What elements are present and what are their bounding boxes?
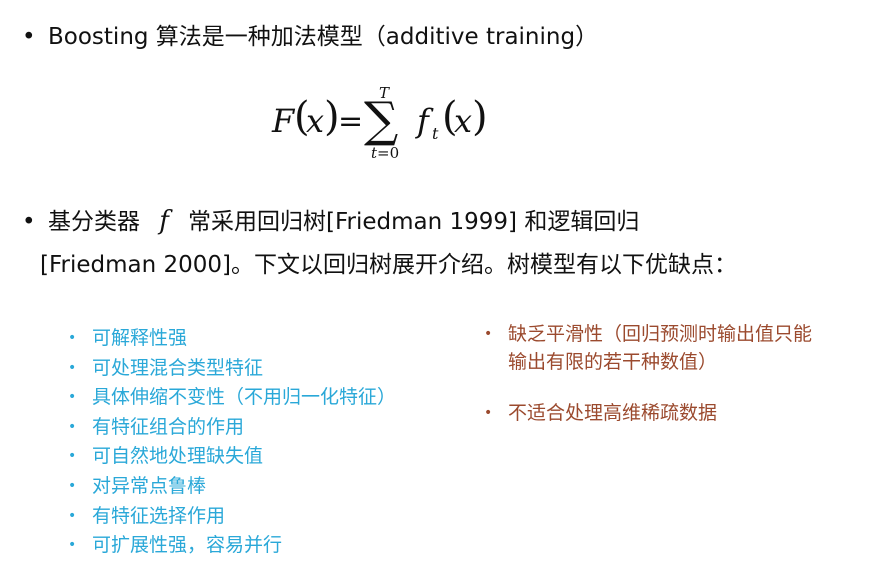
- formula-equals: =: [338, 104, 364, 139]
- bullet-dot: •: [22, 209, 36, 235]
- cons-item-text-continued: 输出有限的若干种数值）: [508, 351, 718, 373]
- pros-list: • 可解释性强 • 可处理混合类型特征 • 具体伸缩不变性（不用归一化特征） • 有特征…: [64, 324, 396, 561]
- cons-bullet: •: [484, 405, 493, 421]
- slide: • Boosting 算法是一种加法模型（additive training） F…: [0, 0, 881, 575]
- pros-item: • 有特征组合的作用: [64, 413, 396, 443]
- pros-item-text: 可处理混合类型特征: [92, 356, 264, 379]
- pros-item: • 对异常点鲁棒: [64, 472, 396, 502]
- pros-item-text: 可解释性强: [92, 327, 188, 349]
- cons-item: • 不适合处理高维稀疏数据: [480, 399, 812, 427]
- pros-bullet: •: [68, 507, 77, 524]
- cons-item: • 缺乏平滑性（回归预测时输出值只能 输出有限的若干种数值）: [480, 320, 812, 376]
- pros-bullet: •: [68, 389, 77, 406]
- formula-x: x: [306, 102, 325, 140]
- pros-bullet: •: [68, 359, 77, 376]
- pros-item: • 可自然地处理缺失值: [64, 442, 396, 472]
- formula-x2: x: [454, 102, 473, 140]
- pros-bullet: •: [68, 330, 77, 346]
- cons-list: • 缺乏平滑性（回归预测时输出值只能 输出有限的若干种数值） • 不适合处理高维稀疏数…: [480, 320, 812, 427]
- pros-item: • 可扩展性强，容易并行: [64, 531, 396, 561]
- formula-lower-rest: =0: [377, 144, 400, 162]
- formula-lower-limit: t=0: [371, 144, 399, 162]
- pros-bullet: •: [68, 477, 77, 494]
- formula-f: f: [417, 102, 429, 140]
- bullet-dot: •: [22, 24, 36, 50]
- classifier-symbol: f: [159, 206, 169, 236]
- pros-item-text: 可自然地处理缺失值: [92, 445, 264, 468]
- cons-item-text: 缺乏平滑性（回归预测时输出值只能: [508, 323, 813, 345]
- formula-paren2-close: ): [472, 94, 488, 140]
- pros-item-text: 对异常点鲁棒: [92, 474, 207, 497]
- pros-bullet: •: [68, 418, 77, 435]
- pros-item: • 具体伸缩不变性（不用归一化特征）: [64, 383, 396, 413]
- formula-f-sub: t: [432, 124, 439, 143]
- pros-bullet: •: [68, 448, 77, 465]
- pros-item: • 可处理混合类型特征: [64, 354, 396, 384]
- pros-item-text: 有特征选择作用: [92, 504, 226, 527]
- pros-item-text: 有特征组合的作用: [92, 415, 245, 438]
- pros-item-text: 可扩展性强，容易并行: [92, 534, 283, 557]
- formula-upper-limit: T: [379, 84, 390, 102]
- intro-text: Boosting 算法是一种加法模型（additive training）: [48, 24, 599, 50]
- pros-item-text: 具体伸缩不变性（不用归一化特征）: [92, 386, 397, 409]
- pros-item: • 可解释性强: [64, 324, 396, 354]
- classifier-bullet: • 基分类器 f 常采用回归树[Friedman 1999] 和逻辑回归: [22, 206, 639, 237]
- intro-bullet: • Boosting 算法是一种加法模型（additive training）: [22, 22, 598, 52]
- cons-item-text: 不适合处理高维稀疏数据: [508, 402, 718, 424]
- classifier-continuation: [Friedman 2000]。下文以回归树展开介绍。树模型有以下优缺点：: [40, 252, 738, 278]
- pros-bullet: •: [68, 537, 77, 554]
- cons-bullet: •: [484, 326, 493, 342]
- pros-item: • 有特征选择作用: [64, 502, 396, 532]
- classifier-text-after: 常采用回归树[Friedman 1999] 和逻辑回归: [188, 209, 640, 235]
- formula-F: F: [272, 102, 295, 140]
- classifier-text-before: 基分类器: [48, 209, 140, 235]
- boosting-formula: F ( x ) = ∑ T t=0 f t ( x ): [272, 84, 492, 166]
